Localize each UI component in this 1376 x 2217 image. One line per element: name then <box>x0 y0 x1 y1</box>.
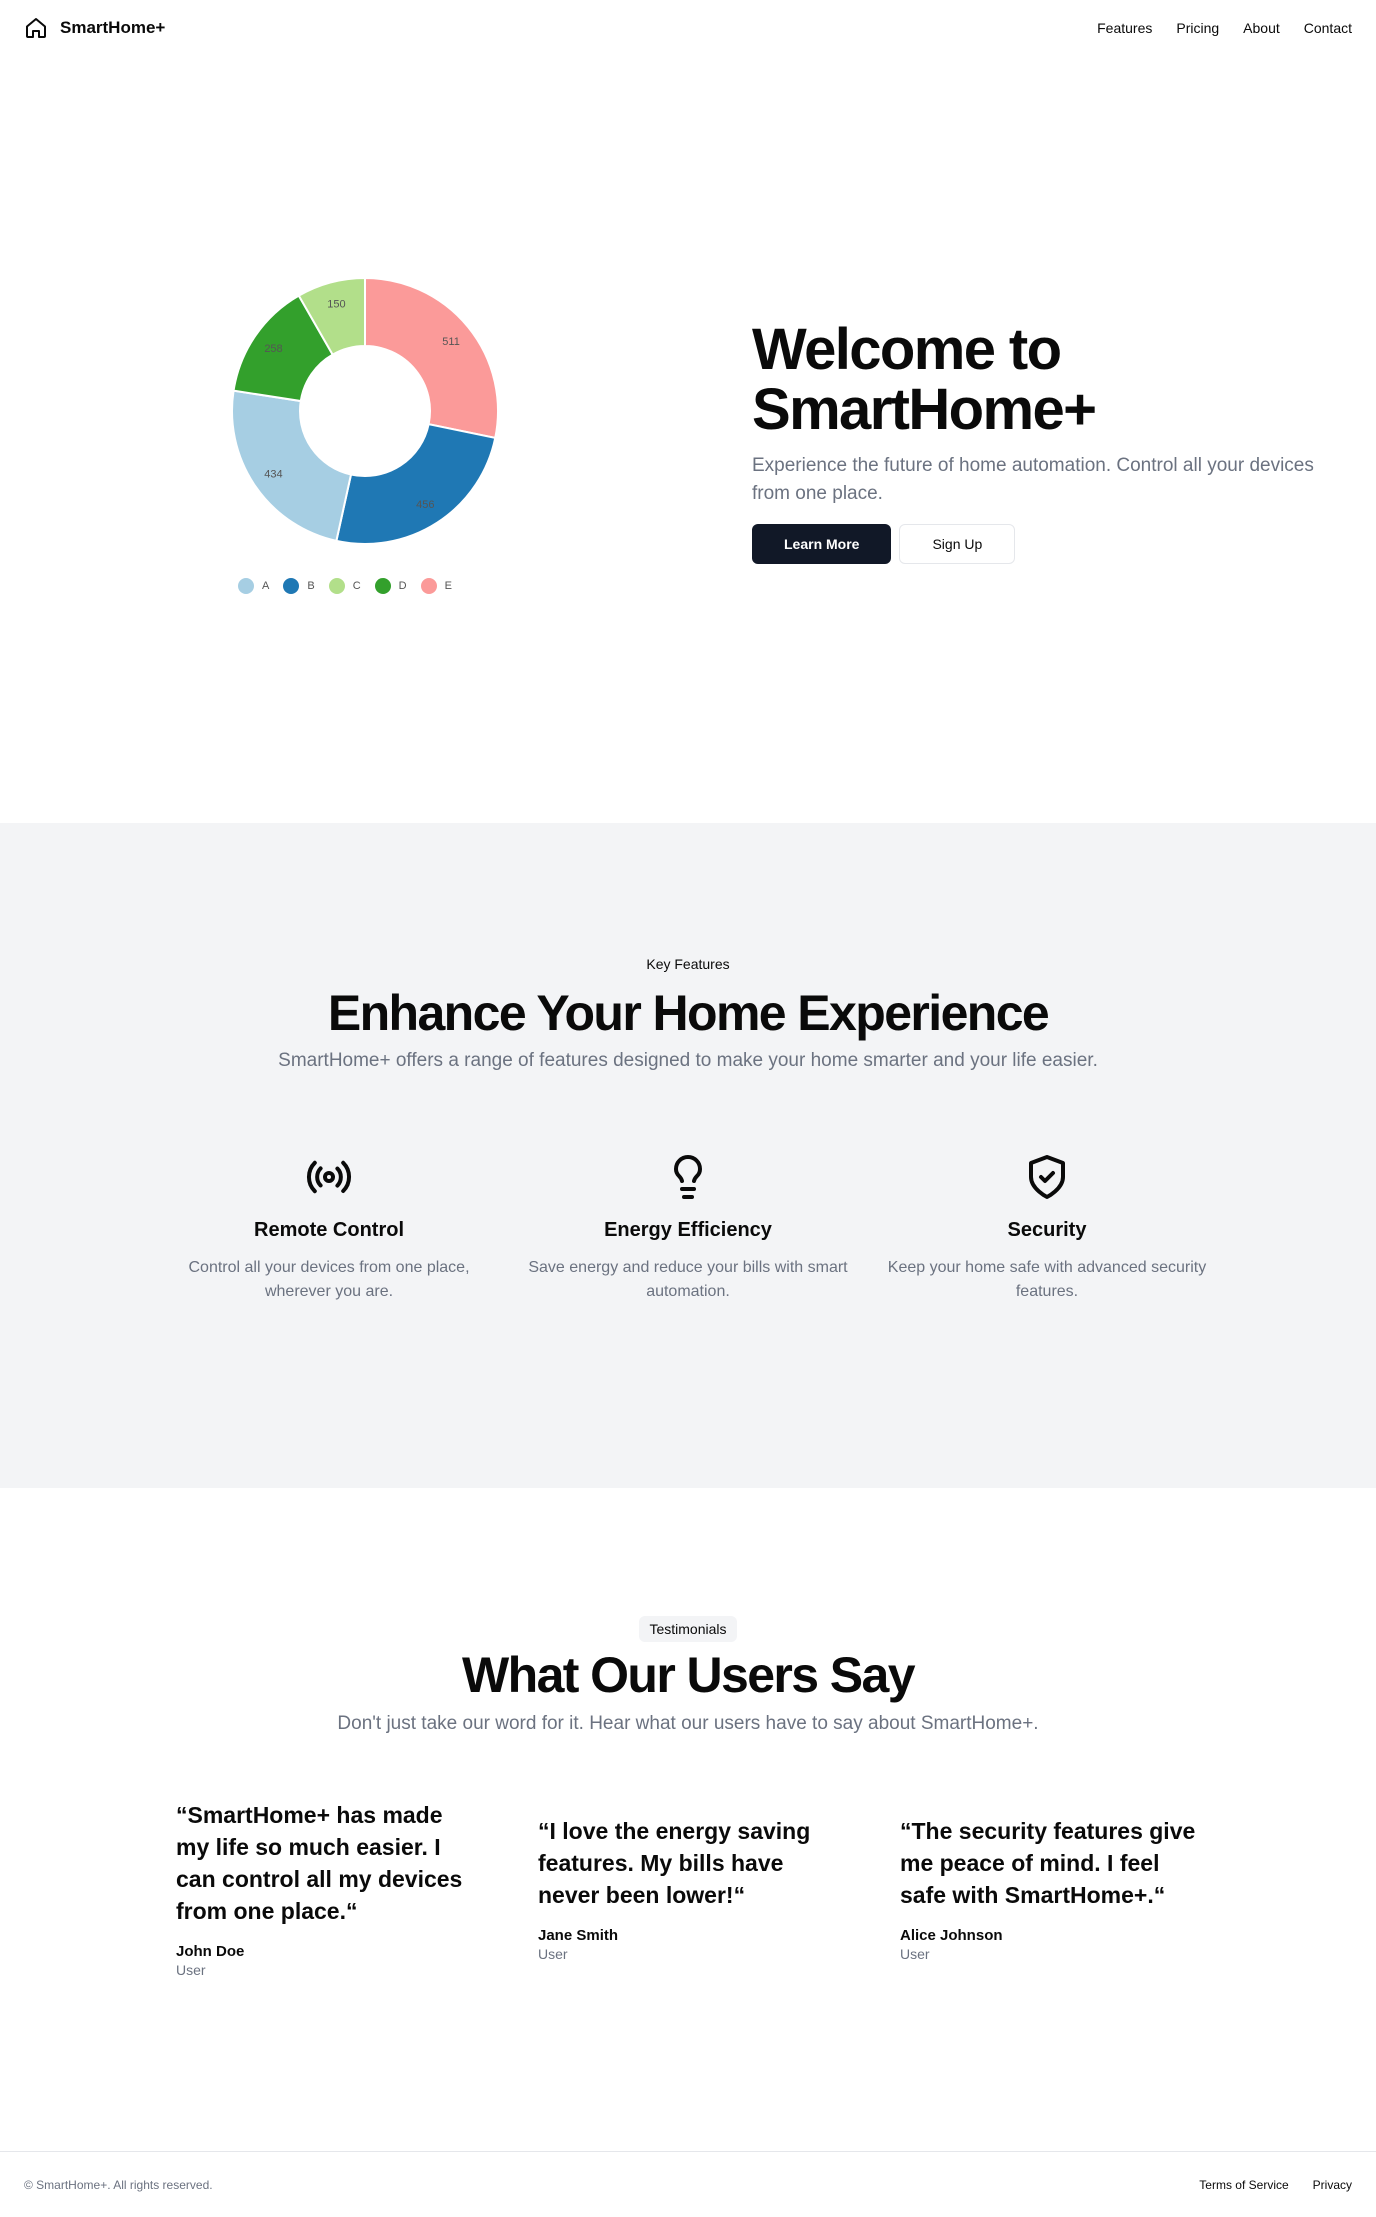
hero-title-line2: SmartHome+ <box>752 377 1097 442</box>
features-grid: Remote Control Control all your devices … <box>164 1153 1212 1304</box>
legend-label: B <box>307 580 315 592</box>
data-label-a: 434 <box>264 469 282 481</box>
testimonials-title: What Our Users Say <box>462 1647 916 1703</box>
shield-check-icon <box>1029 1155 1065 1199</box>
data-label-c: 150 <box>327 299 345 311</box>
data-label-d: 258 <box>264 343 282 355</box>
legend-label: D <box>398 580 407 592</box>
sign-up-button[interactable]: Sign Up <box>899 524 1016 564</box>
brand-link[interactable]: SmartHome+ <box>24 16 165 40</box>
feature-name: Energy Efficiency <box>604 1219 772 1241</box>
slice-a <box>231 389 353 543</box>
features-section: Key Features Enhance Your Home Experienc… <box>0 823 1376 1488</box>
hero-buttons: Learn More Sign Up <box>752 524 1332 564</box>
nav-link-features[interactable]: Features <box>1097 20 1152 36</box>
hero-text: Welcome to SmartHome+ Experience the fut… <box>752 320 1332 564</box>
testimonial-role: User <box>538 1945 568 1962</box>
hero-title: Welcome to SmartHome+ <box>752 320 1332 440</box>
testimonial-author: Alice Johnson <box>900 1926 1003 1944</box>
legend-swatch <box>420 578 437 594</box>
legend-swatch <box>374 578 391 594</box>
main-nav: Features Pricing About Contact <box>1097 20 1352 36</box>
legend-swatch <box>328 578 345 594</box>
feature-name: Remote Control <box>254 1219 404 1241</box>
testimonials-subtitle: Don't just take our word for it. Hear wh… <box>337 1713 1039 1734</box>
feature-card-security: Security Keep your home safe with advanc… <box>882 1153 1212 1304</box>
feature-description: Control all your devices from one place,… <box>188 1259 470 1300</box>
data-label-e: 511 <box>442 336 460 348</box>
testimonial-quote: “The security features give me peace of … <box>900 1817 1196 1908</box>
brand-name: SmartHome+ <box>60 18 166 37</box>
hero-section: 511 456 434 258 150 A B C D E Welcome to SmartHo… <box>0 56 1376 823</box>
donut-chart: 511 456 434 258 150 A B C D E <box>200 266 530 626</box>
slice-e <box>364 276 499 440</box>
donut-chart-svg: 511 456 434 258 150 <box>231 276 499 545</box>
legend-item-d: D <box>374 578 407 594</box>
slice-b <box>335 422 497 545</box>
nav-link-about[interactable]: About <box>1243 20 1280 36</box>
legend-label: C <box>352 580 361 592</box>
privacy-link[interactable]: Privacy <box>1313 2178 1352 2192</box>
testimonial-card: “The security features give me peace of … <box>900 1815 1200 1962</box>
features-title: Enhance Your Home Experience <box>327 985 1050 1041</box>
site-footer: © SmartHome+. All rights reserved. Terms… <box>0 2151 1376 2217</box>
testimonial-role: User <box>900 1945 930 1962</box>
feature-description: Keep your home safe with advanced securi… <box>887 1259 1207 1300</box>
hero-subtitle: Experience the future of home automation… <box>752 455 1314 504</box>
legend-label: E <box>444 580 452 592</box>
legend-swatch <box>238 578 254 594</box>
testimonial-card: “SmartHome+ has made my life so much eas… <box>176 1799 476 1978</box>
radio-icon <box>306 1160 352 1194</box>
testimonial-card: “I love the energy saving features. My b… <box>538 1815 838 1962</box>
feature-name: Security <box>1007 1219 1087 1241</box>
feature-card-remote-control: Remote Control Control all your devices … <box>164 1153 494 1304</box>
nav-link-contact[interactable]: Contact <box>1304 20 1352 36</box>
testimonial-quote: “I love the energy saving features. My b… <box>538 1817 811 1908</box>
site-header: SmartHome+ Features Pricing About Contac… <box>0 0 1376 56</box>
testimonials-section: Testimonials What Our Users Say Don't ju… <box>0 1488 1376 2151</box>
legend-swatch <box>283 578 300 594</box>
chart-legend: A B C D E <box>238 578 452 594</box>
testimonial-author: Jane Smith <box>538 1926 619 1944</box>
legend-item-b: B <box>283 578 315 594</box>
footer-nav: Terms of Service Privacy <box>1199 2178 1352 2192</box>
data-label-b: 456 <box>416 499 434 511</box>
testimonials-badge: Testimonials <box>639 1616 737 1642</box>
legend-label: A <box>262 580 270 592</box>
hero-title-line1: Welcome to <box>752 317 1062 382</box>
lightbulb-icon <box>674 1155 702 1199</box>
nav-link-pricing[interactable]: Pricing <box>1176 20 1219 36</box>
testimonials-badge-wrap: Testimonials <box>0 1616 1376 1642</box>
testimonial-role: User <box>176 1961 206 1978</box>
testimonials-grid: “SmartHome+ has made my life so much eas… <box>176 1788 1200 1988</box>
terms-of-service-link[interactable]: Terms of Service <box>1199 2178 1288 2192</box>
legend-item-a: A <box>238 578 269 594</box>
features-eyebrow: Key Features <box>646 956 730 972</box>
testimonial-quote: “SmartHome+ has made my life so much eas… <box>176 1801 463 1924</box>
features-subtitle: SmartHome+ offers a range of features de… <box>278 1050 1098 1071</box>
legend-item-e: E <box>420 578 452 594</box>
legend-item-c: C <box>328 578 361 594</box>
testimonial-author: John Doe <box>176 1942 245 1960</box>
learn-more-button[interactable]: Learn More <box>752 524 892 564</box>
feature-description: Save energy and reduce your bills with s… <box>528 1259 848 1300</box>
copyright-text: © SmartHome+. All rights reserved. <box>24 2177 213 2192</box>
feature-card-energy-efficiency: Energy Efficiency Save energy and reduce… <box>523 1153 853 1304</box>
home-icon <box>26 18 46 38</box>
